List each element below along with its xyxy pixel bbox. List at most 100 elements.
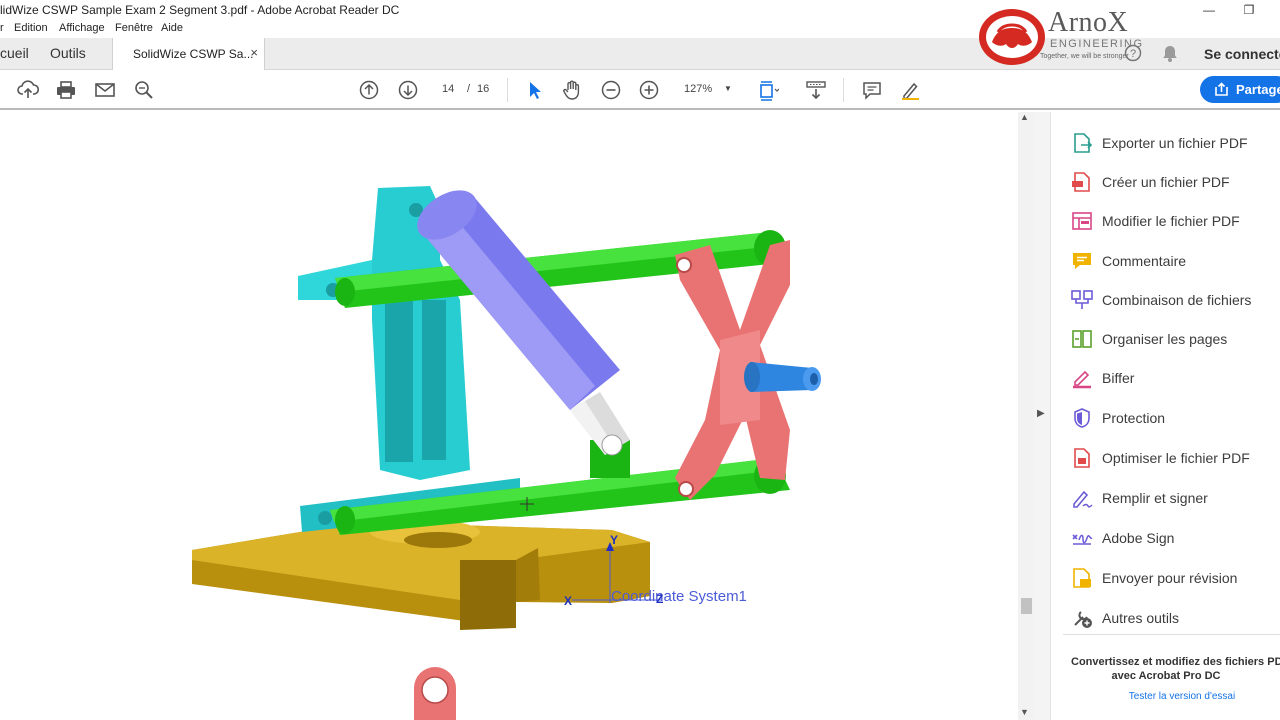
axis-x-label: X — [564, 594, 573, 608]
menu-fenetre[interactable]: Fenêtre — [115, 22, 153, 34]
tool-label: Créer un fichier PDF — [1102, 174, 1230, 190]
window-title: lidWize CSWP Sample Exam 2 Segment 3.pdf… — [0, 3, 400, 17]
document-tab-label: SolidWize CSWP Sa... — [133, 47, 254, 61]
adobe-sign-icon — [1072, 534, 1093, 545]
logo-tagline: Together, we will be stronger — [1040, 53, 1129, 60]
scroll-down-icon[interactable]: ▼ — [1020, 707, 1029, 717]
cad-model-image — [192, 186, 821, 720]
axis-z-label: Z — [656, 592, 664, 606]
protect-icon — [1074, 408, 1090, 428]
zoom-search-icon[interactable] — [132, 78, 156, 102]
tool-adobe-sign[interactable]: Adobe Sign — [1071, 524, 1280, 552]
zoom-in-icon[interactable] — [637, 78, 661, 102]
scroll-up-icon[interactable]: ▲ — [1020, 112, 1029, 122]
scrollbar-thumb[interactable] — [1021, 598, 1032, 614]
logo-brand: ArnoX — [1048, 7, 1129, 38]
blue-pin — [744, 362, 821, 392]
scroll-mode-icon[interactable] — [804, 78, 828, 102]
comment-tool-icon[interactable] — [860, 78, 884, 102]
highlight-pen-icon[interactable] — [898, 78, 922, 102]
pro-promo-text: Convertissez et modifiez des fichiers PD… — [1051, 655, 1280, 683]
create-pdf-icon — [1072, 172, 1090, 192]
page-fit-icon[interactable] — [756, 78, 780, 102]
hand-tool-icon[interactable] — [560, 78, 584, 102]
previous-page-icon[interactable] — [357, 78, 381, 102]
zoom-out-icon[interactable] — [599, 78, 623, 102]
close-tab-icon[interactable]: × — [250, 45, 258, 60]
tool-label: Envoyer pour révision — [1102, 570, 1238, 586]
upload-icon[interactable] — [16, 78, 40, 102]
redact-icon — [1073, 370, 1091, 389]
optimize-pdf-icon — [1074, 448, 1090, 468]
comment-icon — [1073, 253, 1091, 269]
tool-create-pdf[interactable]: Créer un fichier PDF — [1071, 168, 1280, 196]
select-cursor-icon[interactable] — [522, 78, 546, 102]
tool-label: Combinaison de fichiers — [1102, 292, 1252, 308]
tool-label: Adobe Sign — [1102, 530, 1175, 546]
send-review-icon — [1073, 568, 1091, 588]
trial-link[interactable]: Tester la version d'essai — [1051, 691, 1280, 702]
tool-label: Exporter un fichier PDF — [1102, 135, 1248, 151]
tool-label: Remplir et signer — [1102, 490, 1208, 506]
menu-edition[interactable]: Edition — [14, 22, 48, 34]
tab-document[interactable]: SolidWize CSWP Sa... × — [112, 38, 265, 70]
tool-optimize-pdf[interactable]: Optimiser le fichier PDF — [1071, 444, 1280, 472]
document-view[interactable]: Coordinate System1 Y X Z — [0, 112, 1018, 720]
tool-label: Commentaire — [1102, 253, 1187, 269]
tool-export-pdf[interactable]: Exporter un fichier PDF — [1071, 129, 1280, 157]
logo-subtitle: ENGINEERING — [1050, 38, 1144, 50]
tool-combine-files[interactable]: Combinaison de fichiers — [1071, 286, 1280, 314]
promo-line-2: avec Acrobat Pro DC — [1111, 670, 1221, 682]
toolbar: 14 / 16 127% ▼ Partage — [0, 70, 1280, 110]
tool-label: Biffer — [1102, 370, 1135, 386]
tool-more-tools[interactable]: Autres outils — [1071, 604, 1280, 632]
notifications-bell-icon[interactable] — [1161, 44, 1179, 68]
edit-pdf-icon — [1072, 212, 1092, 230]
collapse-panel-arrow-icon[interactable]: ▶ — [1037, 408, 1045, 419]
print-icon[interactable] — [54, 78, 78, 102]
share-label: Partage — [1236, 82, 1280, 97]
sign-in-link[interactable]: Se connecte — [1204, 46, 1280, 62]
tool-edit-pdf[interactable]: Modifier le fichier PDF — [1071, 207, 1280, 235]
coordinate-system-label: Coordinate System1 — [611, 588, 747, 605]
page-separator: / — [467, 83, 471, 95]
tab-tools[interactable]: Outils — [50, 45, 86, 61]
next-page-part — [414, 667, 456, 720]
combine-files-icon — [1071, 290, 1093, 309]
next-page-icon[interactable] — [396, 78, 420, 102]
maximize-button[interactable]: ❐ — [1226, 0, 1272, 20]
share-button[interactable]: Partage — [1200, 76, 1280, 103]
menu-affichage[interactable]: Affichage — [59, 22, 105, 34]
menu-file[interactable]: r — [0, 22, 4, 34]
tool-send-review[interactable]: Envoyer pour révision — [1071, 564, 1280, 592]
zoom-dropdown-chevron-icon[interactable]: ▼ — [724, 84, 732, 93]
panel-divider — [1063, 634, 1280, 635]
share-icon — [1215, 82, 1228, 96]
fill-sign-icon — [1073, 490, 1093, 508]
export-pdf-icon — [1074, 133, 1093, 153]
tools-panel: Exporter un fichier PDF Créer un fichier… — [1050, 112, 1280, 720]
panel-collapse-strip: ▶ — [1034, 112, 1050, 720]
more-tools-icon — [1074, 611, 1092, 628]
tool-label: Optimiser le fichier PDF — [1102, 450, 1250, 466]
toolbar-divider — [507, 78, 508, 102]
tool-label: Organiser les pages — [1102, 331, 1228, 347]
document-scrollbar[interactable]: ▲ ▼ — [1018, 112, 1034, 720]
organize-pages-icon — [1072, 330, 1092, 348]
email-icon[interactable] — [93, 78, 117, 102]
tool-fill-sign[interactable]: Remplir et signer — [1071, 484, 1280, 512]
tool-comment[interactable]: Commentaire — [1071, 247, 1280, 275]
page-total: 16 — [477, 83, 490, 95]
zoom-level-select[interactable]: 127% — [684, 83, 712, 95]
axis-y-label: Y — [610, 533, 619, 547]
arnox-logo: ArnoX ENGINEERING Together, we will be s… — [978, 8, 1148, 66]
menu-aide[interactable]: Aide — [161, 22, 183, 34]
tool-protection[interactable]: Protection — [1071, 404, 1280, 432]
tool-label: Modifier le fichier PDF — [1102, 213, 1240, 229]
tool-label: Protection — [1102, 410, 1166, 426]
tool-organize-pages[interactable]: Organiser les pages — [1071, 325, 1280, 353]
page-number-input[interactable]: 14 — [442, 83, 454, 95]
tool-redact[interactable]: Biffer — [1071, 364, 1280, 392]
base-plate — [192, 520, 650, 630]
tab-home[interactable]: cueil — [0, 45, 29, 61]
